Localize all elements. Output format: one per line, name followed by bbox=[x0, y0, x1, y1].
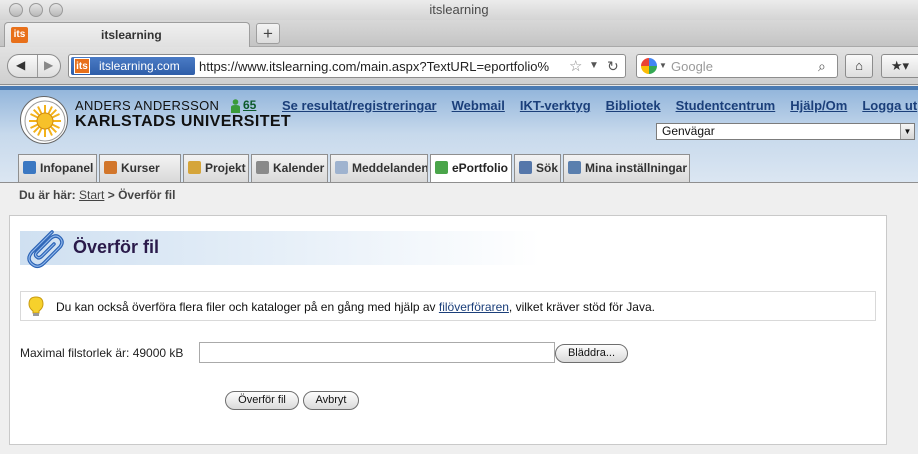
settings-icon bbox=[568, 161, 581, 174]
browser-tab[interactable]: its itslearning bbox=[4, 22, 250, 47]
tab-eportfolio[interactable]: ePortfolio bbox=[430, 154, 512, 182]
zoom-window-button[interactable] bbox=[49, 3, 63, 17]
upload-file-button[interactable]: Överför fil bbox=[225, 391, 299, 410]
envelope-icon bbox=[335, 161, 348, 174]
breadcrumb-separator: > bbox=[107, 188, 115, 202]
tab-label: Mina inställningar bbox=[585, 161, 688, 175]
new-tab-button[interactable]: + bbox=[256, 23, 280, 44]
magnifier-icon[interactable]: ⌕ bbox=[818, 58, 826, 75]
tab-label: Sök bbox=[536, 161, 559, 175]
paperclip-icon bbox=[27, 230, 64, 268]
breadcrumb-prefix: Du är här: bbox=[19, 188, 76, 202]
link-webmail[interactable]: Webmail bbox=[452, 98, 505, 113]
link-ikt-tools[interactable]: IKT-verktyg bbox=[520, 98, 591, 113]
search-engine-dropdown-icon[interactable]: ▼ bbox=[659, 61, 667, 70]
search-placeholder: Google bbox=[671, 59, 713, 74]
site-favicon-icon: its bbox=[74, 58, 90, 74]
site-identity-button[interactable]: its itslearning.com bbox=[71, 57, 195, 75]
tab-mina-installningar[interactable]: Mina inställningar bbox=[563, 154, 690, 182]
link-help[interactable]: Hjälp/Om bbox=[790, 98, 847, 113]
info-box: Du kan också överföra flera filer och ka… bbox=[20, 291, 876, 321]
tab-label: Kurser bbox=[121, 161, 160, 175]
tab-meddelanden[interactable]: Meddelanden bbox=[330, 154, 428, 182]
tab-sok[interactable]: Sök bbox=[514, 154, 561, 182]
sun-logo-icon bbox=[24, 100, 66, 142]
browse-button[interactable]: Bläddra... bbox=[555, 344, 628, 363]
url-text[interactable]: https://www.itslearning.com/main.aspx?Te… bbox=[199, 59, 559, 74]
online-count[interactable]: 65 bbox=[243, 98, 256, 112]
breadcrumb-current: Överför fil bbox=[118, 188, 176, 202]
file-path-input[interactable] bbox=[199, 342, 555, 363]
browser-toolbar: ◀ ▶ its itslearning.com https://www.itsl… bbox=[0, 47, 918, 85]
tab-label: Projekt bbox=[205, 161, 246, 175]
courses-icon bbox=[104, 161, 117, 174]
top-links: Se resultat/registreringar Webmail IKT-ver… bbox=[282, 98, 918, 113]
site-identity-label: itslearning.com bbox=[99, 59, 180, 73]
bookmark-star-icon: ★▾ bbox=[890, 58, 910, 73]
tab-label: Meddelanden bbox=[352, 161, 428, 175]
content-panel: Överför fil Du kan också överföra flera … bbox=[9, 215, 887, 445]
browser-tab-label: itslearning bbox=[101, 28, 162, 42]
tab-infopanel[interactable]: Infopanel bbox=[18, 154, 97, 182]
web-page: ANDERS ANDERSSON KARLSTADS UNIVERSITET 6… bbox=[0, 86, 918, 454]
tab-label: ePortfolio bbox=[452, 161, 508, 175]
info-text-before: Du kan också överföra flera filer och ka… bbox=[56, 300, 439, 314]
online-person-icon bbox=[231, 99, 240, 113]
link-results[interactable]: Se resultat/registreringar bbox=[282, 98, 437, 113]
infopanel-icon bbox=[23, 161, 36, 174]
info-text-after: , vilket kräver stöd för Java. bbox=[508, 300, 655, 314]
home-button[interactable]: ⌂ bbox=[845, 54, 873, 78]
breadcrumb-start-link[interactable]: Start bbox=[79, 188, 104, 202]
url-bar[interactable]: its itslearning.com https://www.itslearn… bbox=[68, 54, 626, 78]
link-library[interactable]: Bibliotek bbox=[606, 98, 661, 113]
window-title: itslearning bbox=[429, 2, 489, 17]
bookmarks-button[interactable]: ★▾ bbox=[881, 54, 918, 78]
forward-arrow-icon[interactable]: ▶ bbox=[44, 58, 53, 72]
max-file-size-label: Maximal filstorlek är: 49000 kB bbox=[20, 346, 184, 360]
project-icon bbox=[188, 161, 201, 174]
tab-projekt[interactable]: Projekt bbox=[183, 154, 249, 182]
tab-kurser[interactable]: Kurser bbox=[99, 154, 181, 182]
university-logo[interactable] bbox=[20, 96, 68, 144]
search-icon bbox=[519, 161, 532, 174]
info-text: Du kan också överföra flera filer och ka… bbox=[56, 300, 655, 314]
calendar-icon bbox=[256, 161, 269, 174]
browser-tab-strip: its itslearning + bbox=[0, 20, 918, 47]
university-name: KARLSTADS UNIVERSITET bbox=[75, 113, 292, 130]
file-transfer-link[interactable]: filöverföraren bbox=[439, 300, 509, 314]
breadcrumb: Du är här: Start > Överför fil bbox=[19, 188, 175, 202]
page-title: Överför fil bbox=[73, 237, 160, 257]
google-search-engine-icon[interactable] bbox=[641, 58, 657, 74]
eportfolio-icon bbox=[435, 161, 448, 174]
chevron-down-icon: ▼ bbox=[900, 124, 914, 139]
tab-label: Kalender bbox=[273, 161, 325, 175]
search-box[interactable]: ▼ Google ⌕ bbox=[636, 54, 838, 78]
tab-kalender[interactable]: Kalender bbox=[251, 154, 328, 182]
star-icon[interactable]: ☆ bbox=[569, 57, 582, 75]
home-icon: ⌂ bbox=[855, 58, 863, 73]
reload-icon[interactable]: ↻ bbox=[607, 58, 619, 75]
minimize-window-button[interactable] bbox=[29, 3, 43, 17]
shortcuts-select[interactable]: Genvägar ▼ bbox=[656, 123, 915, 140]
shortcuts-select-value: Genvägar bbox=[662, 124, 715, 138]
link-student-center[interactable]: Studentcentrum bbox=[676, 98, 776, 113]
close-window-button[interactable] bbox=[9, 3, 23, 17]
site-header: ANDERS ANDERSSON KARLSTADS UNIVERSITET 6… bbox=[0, 86, 918, 182]
favicon-icon: its bbox=[11, 27, 28, 43]
back-forward-group: ◀ ▶ bbox=[7, 54, 61, 78]
link-logout[interactable]: Logga ut bbox=[862, 98, 917, 113]
cancel-button[interactable]: Avbryt bbox=[303, 391, 359, 410]
window-titlebar: itslearning bbox=[0, 0, 918, 20]
user-name: ANDERS ANDERSSON bbox=[75, 98, 220, 113]
url-history-dropdown-icon[interactable]: ▼ bbox=[589, 60, 599, 71]
back-arrow-icon[interactable]: ◀ bbox=[16, 58, 25, 72]
tab-label: Infopanel bbox=[40, 161, 94, 175]
lightbulb-icon bbox=[28, 296, 44, 316]
